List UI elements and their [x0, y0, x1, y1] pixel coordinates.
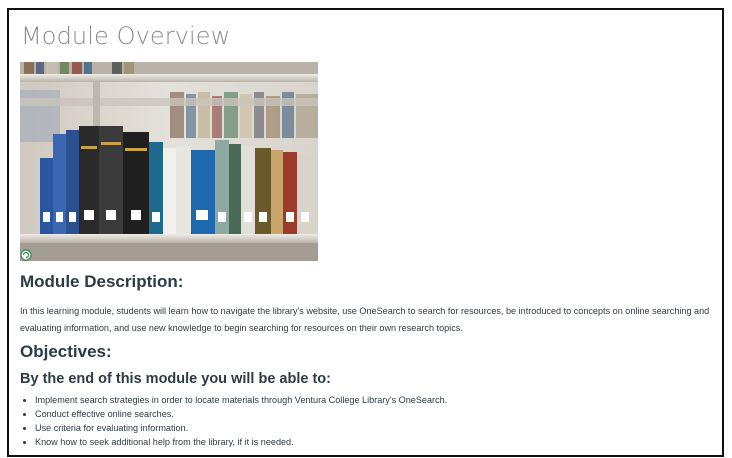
module-description-heading: Module Description:	[20, 272, 184, 291]
module-description-text: In this learning module, students will l…	[20, 306, 710, 333]
list-item: Implement search strategies in order to …	[35, 393, 447, 407]
hero-image	[20, 62, 318, 261]
refresh-icon[interactable]	[20, 249, 32, 261]
page-title: Module Overview	[21, 22, 231, 50]
objectives-subheading: By the end of this module you will be ab…	[20, 371, 331, 387]
list-item: Conduct effective online searches.	[35, 407, 447, 421]
list-item: Use criteria for evaluating information.	[35, 421, 447, 435]
objectives-heading: Objectives:	[20, 342, 112, 361]
list-item: Know how to seek additional help from th…	[35, 435, 447, 449]
objectives-list: Implement search strategies in order to …	[20, 393, 447, 449]
content-frame: Module Overview Module Description: In t…	[7, 8, 724, 457]
